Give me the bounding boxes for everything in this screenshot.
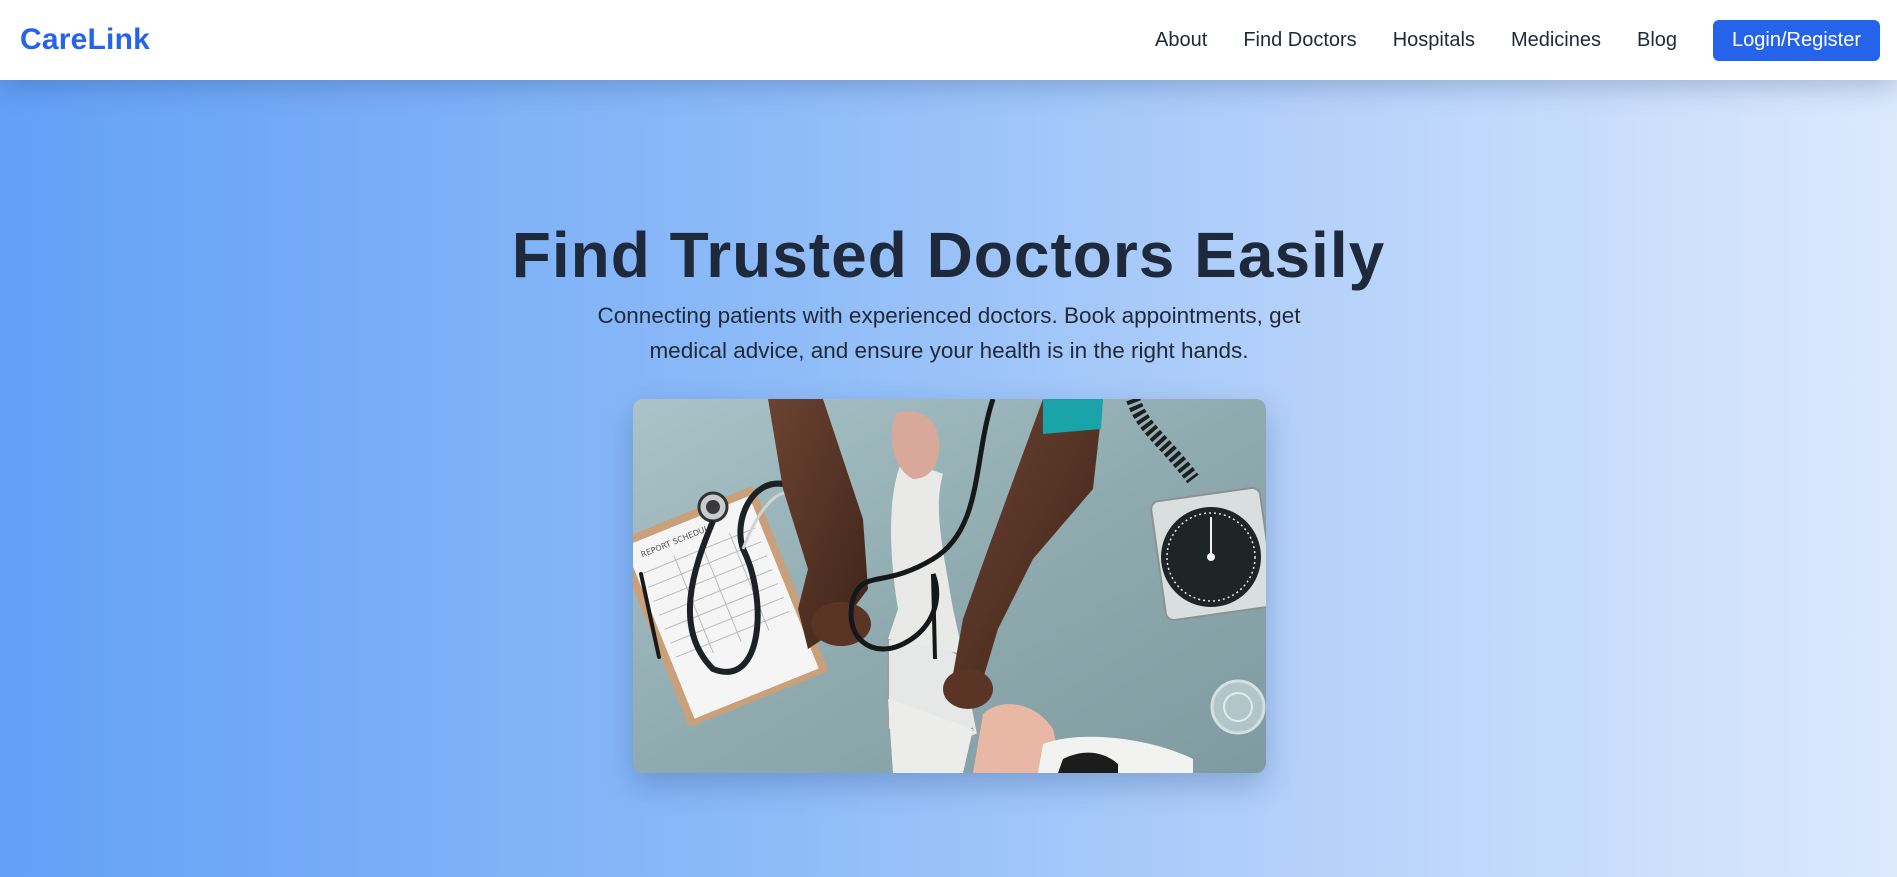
nav-link-blog[interactable]: Blog <box>1637 29 1677 52</box>
hero-title: Find Trusted Doctors Easily <box>511 219 1386 291</box>
hero-subtitle: Connecting patients with experienced doc… <box>597 303 1301 363</box>
nav-link-hospitals[interactable]: Hospitals <box>1393 29 1475 52</box>
login-register-button[interactable]: Login/Register <box>1713 19 1880 61</box>
logo[interactable]: CareLink <box>20 23 150 57</box>
main-nav: About Find Doctors Hospitals Medicines B… <box>1155 19 1880 61</box>
hero-image-doctor-blood-pressure: REPORT SCHEDULE <box>633 399 1266 773</box>
nav-link-find-doctors[interactable]: Find Doctors <box>1243 29 1356 52</box>
hero-section: Find Trusted Doctors Easily Connecting p… <box>0 80 1897 877</box>
nav-link-about[interactable]: About <box>1155 29 1207 52</box>
top-navbar: CareLink About Find Doctors Hospitals Me… <box>0 0 1897 80</box>
nav-link-medicines[interactable]: Medicines <box>1511 29 1601 52</box>
